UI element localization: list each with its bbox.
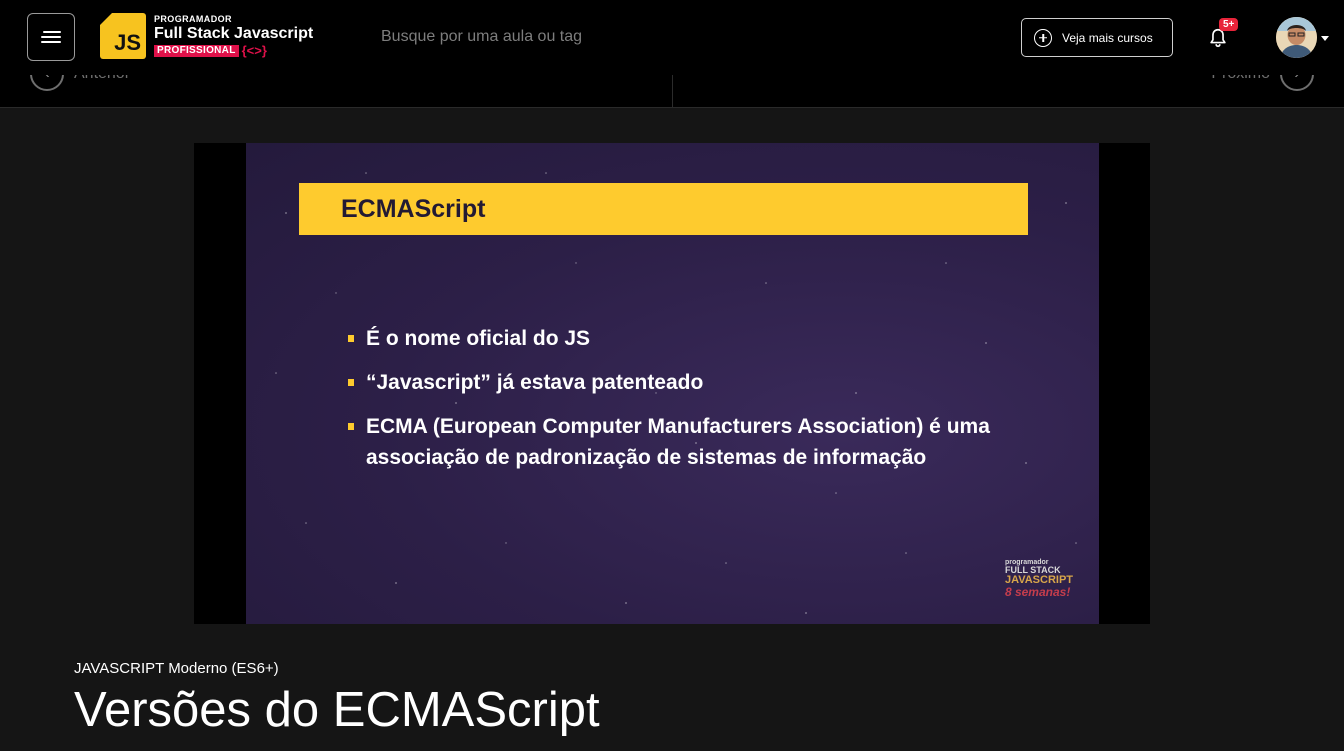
watermark-line: 8 semanas! — [1004, 585, 1071, 599]
slide-title-bar: ECMAScript — [299, 183, 1028, 235]
menu-line — [41, 41, 61, 43]
slide-bullet: ECMA (European Computer Manufacturers As… — [348, 411, 1048, 473]
logo-main-text: Full Stack Javascript — [154, 25, 314, 42]
menu-line — [41, 36, 61, 38]
see-more-courses-button[interactable]: Veja mais cursos — [1021, 18, 1173, 57]
logo-text: PROGRAMADOR Full Stack Javascript PROFIS… — [154, 15, 313, 57]
chevron-down-icon[interactable] — [1321, 36, 1329, 41]
user-avatar[interactable] — [1276, 17, 1317, 58]
logo-brace-text: {<>} — [241, 43, 267, 58]
logo-pro-row: PROFISSIONAL {<>} — [154, 44, 313, 57]
previous-lesson-button[interactable]: ‹ Anterior — [30, 75, 130, 91]
chevron-right-icon: › — [1280, 75, 1314, 91]
previous-lesson-label: Anterior — [74, 75, 130, 83]
site-logo[interactable]: JS PROGRAMADOR Full Stack Javascript PRO… — [100, 12, 313, 60]
chevron-left-icon: ‹ — [30, 75, 64, 91]
lesson-title: Versões do ECMAScript — [74, 683, 600, 737]
video-player[interactable]: ECMAScript É o nome oficial do JS “Javas… — [194, 143, 1150, 624]
top-header: JS PROGRAMADOR Full Stack Javascript PRO… — [0, 0, 1344, 75]
slide-bullet-list: É o nome oficial do JS “Javascript” já e… — [348, 323, 1048, 486]
logo-top-text: PROGRAMADOR — [154, 14, 232, 24]
slide-bullet: “Javascript” já estava patenteado — [348, 367, 1048, 398]
hamburger-menu-button[interactable] — [27, 13, 75, 61]
menu-line — [43, 31, 61, 33]
lesson-nav-bar: ‹ Anterior Próximo › — [0, 75, 1344, 108]
search-input[interactable]: Busque por uma aula ou tag — [381, 28, 582, 46]
slide-bullet: É o nome oficial do JS — [348, 323, 1048, 354]
avatar-image — [1276, 17, 1317, 58]
notification-badge: 5+ — [1219, 18, 1239, 31]
js-logo-icon: JS — [100, 13, 146, 59]
js-logo-letters: JS — [114, 30, 141, 55]
slide-watermark-logo: programador FULL STACK JAVASCRIPT 8 sema… — [1005, 559, 1073, 598]
see-more-courses-label: Veja mais cursos — [1062, 30, 1153, 45]
course-category[interactable]: JAVASCRIPT Moderno (ES6+) — [74, 660, 279, 677]
slide-title: ECMAScript — [341, 194, 486, 223]
logo-pro-text: PROFISSIONAL — [154, 44, 239, 57]
next-lesson-button[interactable]: Próximo › — [1211, 75, 1314, 91]
video-slide: ECMAScript É o nome oficial do JS “Javas… — [246, 143, 1099, 624]
nav-divider — [672, 75, 673, 107]
plus-circle-icon — [1034, 28, 1052, 47]
next-lesson-label: Próximo — [1211, 75, 1270, 83]
